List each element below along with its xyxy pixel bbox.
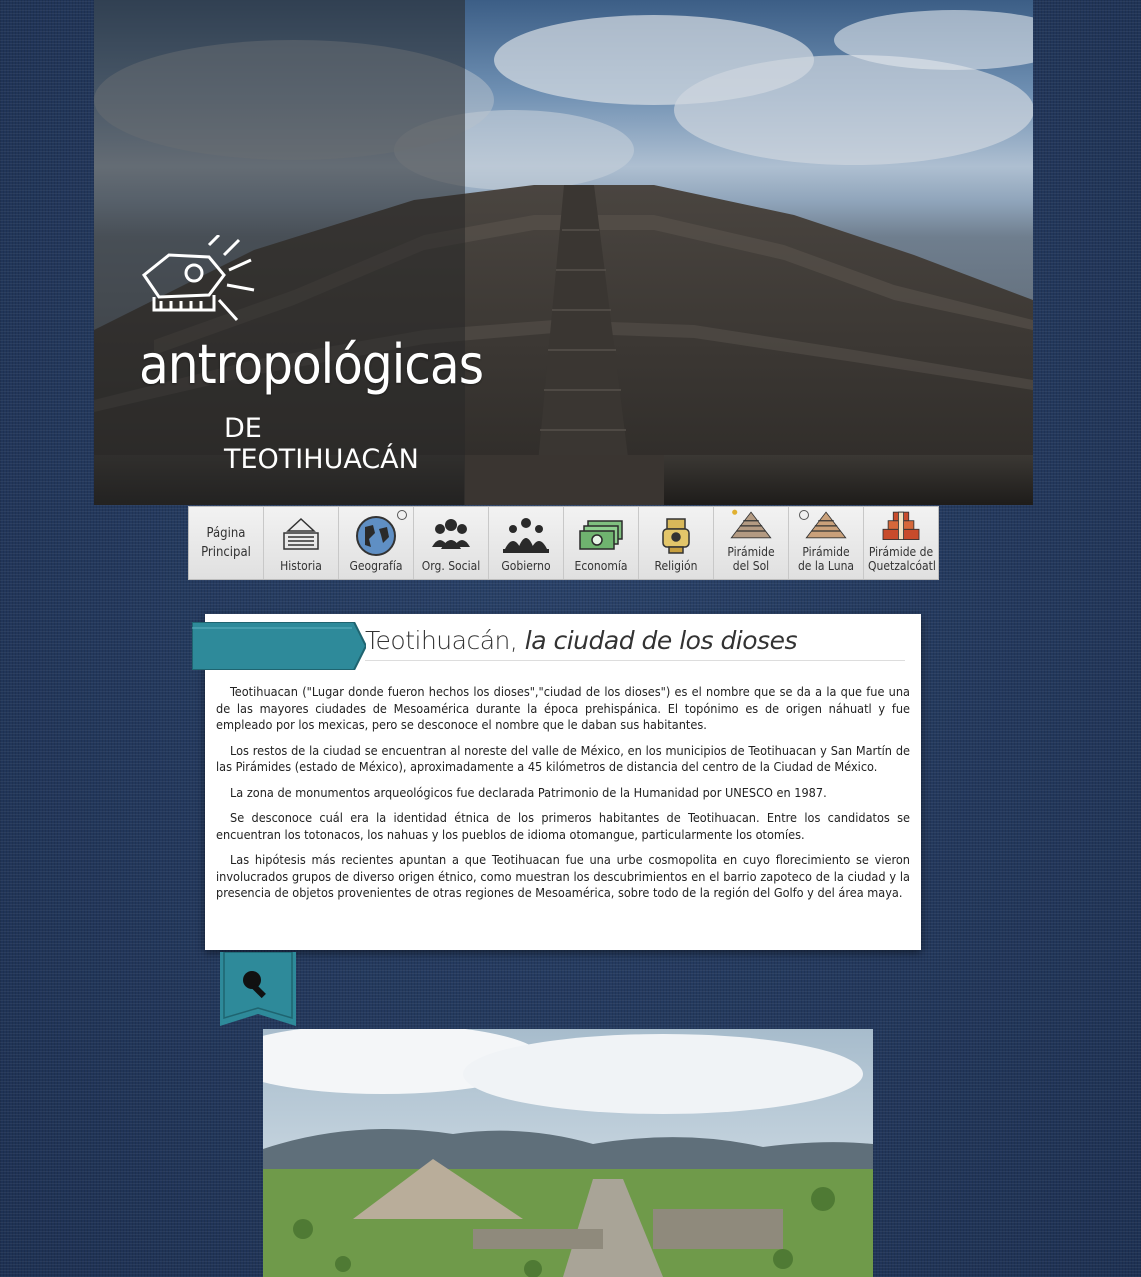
nav-item-piramide-de-la-luna[interactable]: Pirámide de la Luna [789,507,864,579]
nav-item-gobierno[interactable]: Gobierno [489,507,564,579]
government-icon [503,518,549,553]
nav-item-label: Economía [574,559,628,573]
search-ribbon[interactable] [220,952,296,1026]
hero-banner: antropológicas de Teotihuacán [94,0,1033,505]
pyramid-sun-icon [730,509,772,539]
money-icon [579,520,623,550]
nav-item-label: Historia [280,559,322,573]
indicator-dot [397,510,407,520]
article-title-main: Teotihuacán, [365,626,518,655]
nav-item-org-social[interactable]: Org. Social [414,507,489,579]
title-divider [365,660,905,661]
globe-icon [356,516,396,556]
title-ribbon [192,622,366,670]
nav-item-label: Org. Social [421,559,481,573]
nav-item-religion[interactable]: Religión [639,507,714,579]
nav-item-piramide-del-sol[interactable]: Pirámide del Sol [714,507,789,579]
nav-item-label: Pirámide del Sol [727,545,775,573]
article-paragraph: Se desconoce cuál era la identidad étnic… [216,810,910,842]
pyramid-quetzalcoatl-icon [882,511,920,540]
historia-icon [283,517,319,550]
nav-item-label: Pirámide de Quetzalcóatl [868,545,936,573]
nav-item-label: Religión [654,559,698,573]
teotihuacan-aerial-photo [263,1029,873,1277]
article-paragraph: Teotihuacan ("Lugar donde fueron hechos … [216,684,910,732]
article-paragraph: La zona de monumentos arqueológicos fue … [230,784,827,800]
people-icon [432,519,470,549]
nav-item-label: Página Principal [201,526,251,560]
nav-item-geografia[interactable]: Geografía [339,507,414,579]
religion-icon [662,518,690,554]
moon-indicator [799,510,809,520]
article-body: Teotihuacan ("Lugar donde fueron hechos … [216,684,910,911]
article-title-italic: la ciudad de los dioses [517,626,798,655]
article-paragraph: Los restos de la ciudad se encuentran al… [216,742,910,775]
nav-item-label: Geografía [349,559,403,573]
nav-item-pagina-principal[interactable]: Página Principal [189,507,264,579]
brand-subtitle: de Teotihuacán [224,413,419,475]
brand-title: antropológicas [139,333,484,396]
serpent-head-icon [141,235,255,322]
nav-item-label: Gobierno [501,559,551,573]
article-paragraph: Las hipótesis más recientes apuntan a qu… [216,852,910,900]
nav-item-economia[interactable]: Economía [564,507,639,579]
nav-item-label: Pirámide de la Luna [797,545,855,573]
main-navigation: Página Principal Historia Geografía Org.… [188,506,939,580]
nav-item-piramide-de-quetzalcoatl[interactable]: Pirámide de Quetzalcóatl [864,507,938,579]
nav-item-historia[interactable]: Historia [264,507,339,579]
article-title: Teotihuacán, la ciudad de los dioses [365,626,905,655]
aerial-image [263,1029,873,1277]
